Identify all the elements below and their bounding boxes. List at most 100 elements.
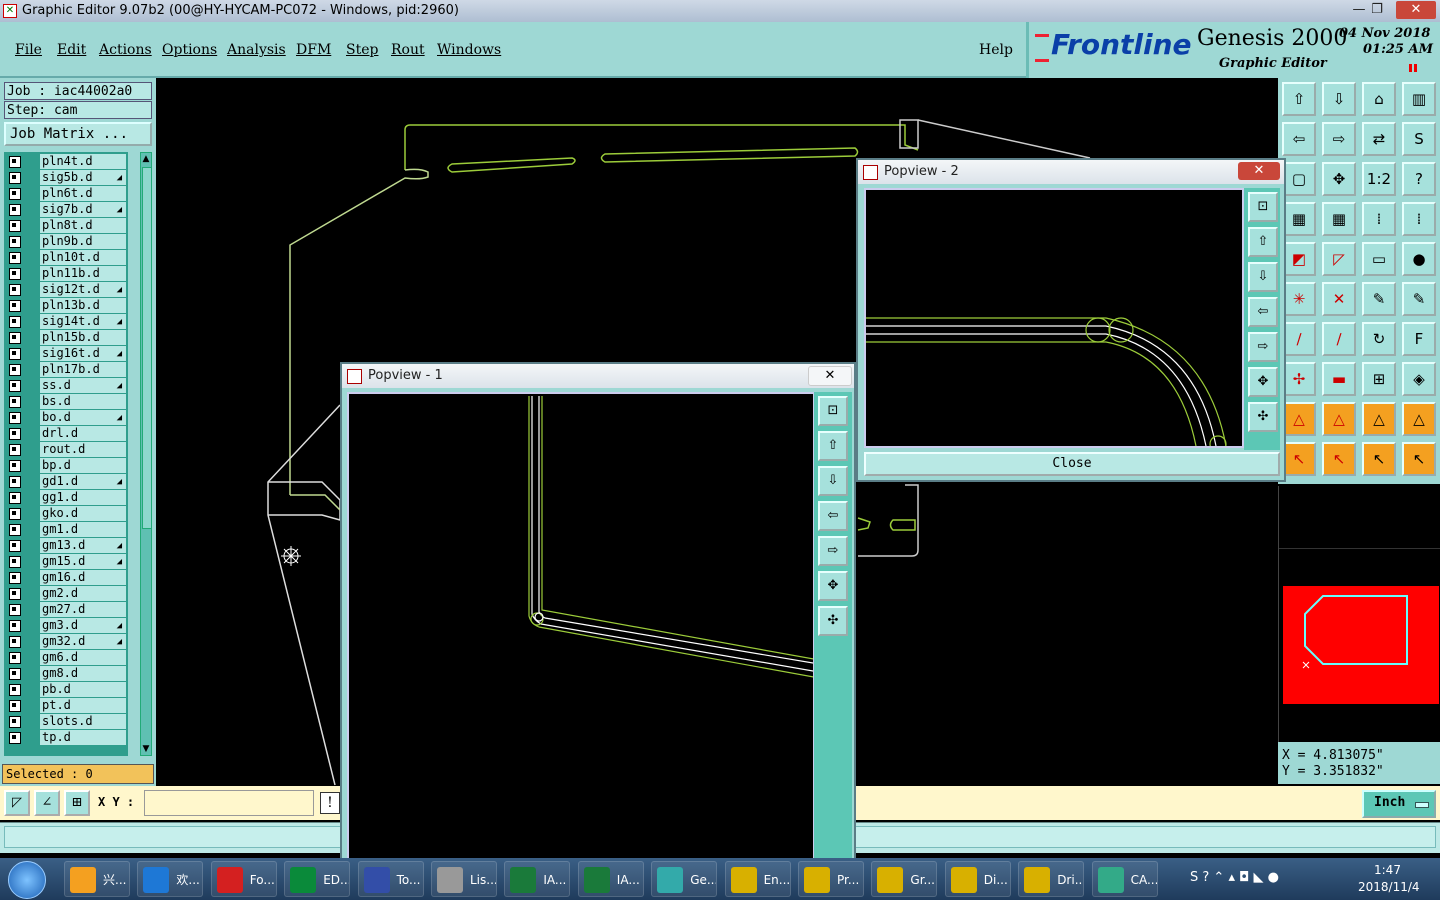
layer-row[interactable]: gm13.d ◢ (4, 538, 128, 554)
layer-checkbox[interactable] (9, 732, 21, 744)
layer-checkbox[interactable] (9, 268, 21, 280)
layer-row[interactable]: pln13b.d (4, 298, 128, 314)
menu-rout[interactable]: Rout (391, 42, 425, 58)
layer-checkbox[interactable] (9, 524, 21, 536)
layer-row[interactable]: bo.d ◢ (4, 410, 128, 426)
layer-checkbox[interactable] (9, 316, 21, 328)
1:2-icon[interactable]: 1:2 (1362, 162, 1396, 196)
layer-row[interactable]: gm16.d (4, 570, 128, 586)
zoom-home-icon[interactable]: ⇧ (1282, 82, 1316, 116)
units-selector[interactable]: Inch (1362, 790, 1436, 818)
layer-row[interactable]: gg1.d (4, 490, 128, 506)
maximize-button[interactable]: ❐ (1366, 1, 1388, 19)
layer-checkbox[interactable] (9, 572, 21, 584)
layer-name[interactable]: pln13b.d (40, 298, 126, 313)
layer-checkbox[interactable] (9, 172, 21, 184)
pan-left-icon[interactable]: ⇦ (1282, 122, 1316, 156)
select-4-icon[interactable]: ↖ (1402, 442, 1436, 476)
draw-point-icon[interactable]: ✎ (1362, 282, 1396, 316)
layer-name[interactable]: pb.d (40, 682, 126, 697)
taskbar-item[interactable]: Di... (944, 861, 1011, 897)
layer-checkbox[interactable] (9, 668, 21, 680)
layer-name[interactable]: gm3.d ◢ (40, 618, 126, 633)
menu-step[interactable]: Step (346, 42, 378, 58)
layer-checkbox[interactable] (9, 460, 21, 472)
layer-name[interactable]: pln15b.d (40, 330, 126, 345)
layer-checkbox[interactable] (9, 604, 21, 616)
popview-2-canvas[interactable] (864, 188, 1244, 453)
popview-2-view-button-icon[interactable]: ✥ (1248, 367, 1278, 397)
edit-point-icon[interactable]: ✢ (1282, 362, 1316, 396)
layer-name[interactable]: sig12t.d ◢ (40, 282, 126, 297)
close-window-button[interactable]: ✕ (1396, 1, 1436, 19)
layer-checkbox[interactable] (9, 364, 21, 376)
triangle-2-icon[interactable]: △ (1322, 402, 1356, 436)
layer-row[interactable]: tp.d (4, 730, 128, 746)
xy-input[interactable] (144, 790, 314, 816)
layer-name[interactable]: sig14t.d ◢ (40, 314, 126, 329)
ruler-icon[interactable]: ▭ (1362, 242, 1396, 276)
menu-actions[interactable]: Actions (99, 42, 152, 58)
layer-checkbox[interactable] (9, 620, 21, 632)
popview-2-close-button[interactable]: Close (864, 452, 1280, 476)
layer-checkbox[interactable] (9, 476, 21, 488)
layer-name[interactable]: sig16t.d ◢ (40, 346, 126, 361)
layer-checkbox[interactable] (9, 252, 21, 264)
layer-row[interactable]: gm32.d ◢ (4, 634, 128, 650)
popview-1-view-button-icon[interactable]: ⇨ (818, 536, 848, 566)
layer-row[interactable]: gm8.d (4, 666, 128, 682)
layer-name[interactable]: gm27.d (40, 602, 126, 617)
zoom-out-icon[interactable]: ⇩ (1322, 82, 1356, 116)
popview-2-view-button-icon[interactable]: ⇦ (1248, 297, 1278, 327)
popview-1-view-button-icon[interactable]: ✥ (818, 571, 848, 601)
layer-row[interactable]: slots.d (4, 714, 128, 730)
undo-curve-icon[interactable]: S (1402, 122, 1436, 156)
layer-name[interactable]: drl.d (40, 426, 126, 441)
layer-row[interactable]: gm3.d ◢ (4, 618, 128, 634)
layer-name[interactable]: ss.d ◢ (40, 378, 126, 393)
layer-checkbox[interactable] (9, 716, 21, 728)
layer-checkbox[interactable] (9, 348, 21, 360)
taskbar-item[interactable]: En... (724, 861, 791, 897)
center-icon[interactable]: ✥ (1322, 162, 1356, 196)
pan-right-icon[interactable]: ⇨ (1322, 122, 1356, 156)
measure-icon[interactable]: ⊞ (1362, 362, 1396, 396)
layer-name[interactable]: gm6.d (40, 650, 126, 665)
layer-name[interactable]: gm15.d ◢ (40, 554, 126, 569)
menu-dfm[interactable]: DFM (296, 42, 331, 58)
shapes-icon[interactable]: ◈ (1402, 362, 1436, 396)
snap-mode-icon[interactable]: ◸ (4, 790, 30, 816)
overview-map[interactable] (1278, 486, 1440, 742)
layer-row[interactable]: pln8t.d (4, 218, 128, 234)
layer-checkbox[interactable] (9, 492, 21, 504)
layer-name[interactable]: bs.d (40, 394, 126, 409)
scroll-thumb[interactable] (142, 167, 152, 529)
box-zoom-icon[interactable]: ▢ (1282, 162, 1316, 196)
layer-name[interactable]: gm2.d (40, 586, 126, 601)
angle-mode-icon[interactable]: ∠ (34, 790, 60, 816)
layer-name[interactable]: gm13.d ◢ (40, 538, 126, 553)
layer-name[interactable]: rout.d (40, 442, 126, 457)
layer-name[interactable]: bo.d ◢ (40, 410, 126, 425)
menu-help[interactable]: Help (979, 42, 1013, 58)
popview-2-view-button-icon[interactable]: ⊡ (1248, 192, 1278, 222)
menu-edit[interactable]: Edit (57, 42, 86, 58)
layer-name[interactable]: pln6t.d (40, 186, 126, 201)
popview-1-canvas[interactable] (347, 392, 820, 866)
layer-row[interactable]: gm15.d ◢ (4, 554, 128, 570)
grid-icon[interactable]: ▦ (1322, 202, 1356, 236)
taskbar-item[interactable]: Fo... (210, 861, 277, 897)
layer-checkbox[interactable] (9, 444, 21, 456)
triangle-icon[interactable]: △ (1282, 402, 1316, 436)
taskbar-item[interactable]: To... (357, 861, 424, 897)
layer-name[interactable]: pln17b.d (40, 362, 126, 377)
layer-name[interactable]: pln9b.d (40, 234, 126, 249)
taskbar-item[interactable]: Pr... (798, 861, 864, 897)
layer-row[interactable]: gko.d (4, 506, 128, 522)
layer-checkbox[interactable] (9, 236, 21, 248)
grid-mode-icon[interactable]: ⊞ (64, 790, 90, 816)
grid-settings-icon[interactable]: ▦ (1282, 202, 1316, 236)
pad-icon[interactable]: ● (1402, 242, 1436, 276)
clock-time[interactable]: 1:47 (1374, 863, 1401, 877)
job-matrix-button[interactable]: Job Matrix ... (4, 122, 152, 146)
